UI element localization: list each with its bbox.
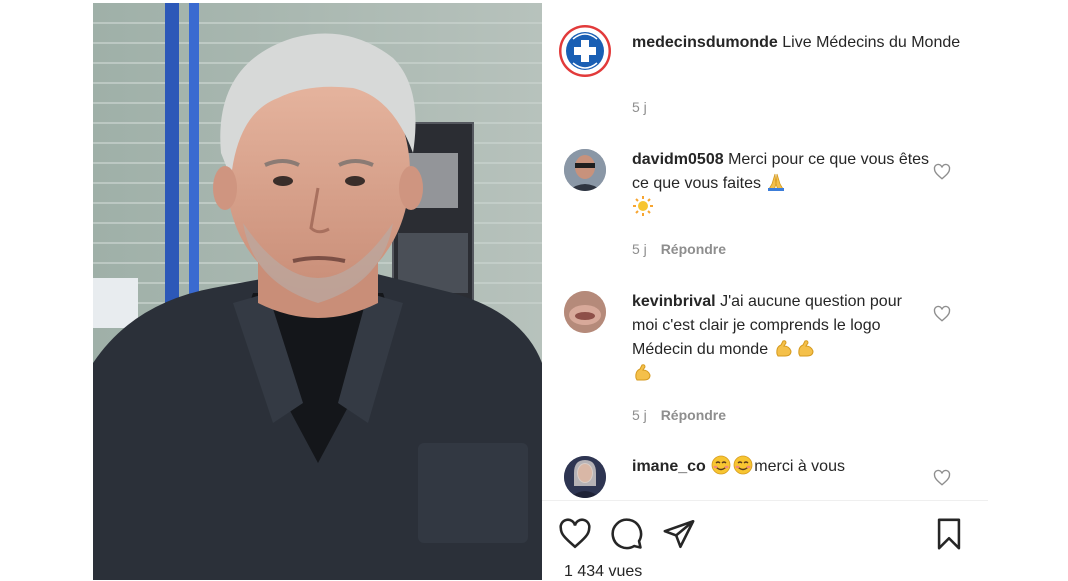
mdm-logo-icon (559, 25, 611, 77)
post-video[interactable] (93, 3, 542, 580)
post-caption: medecinsdumonde Live Médecins du Monde (632, 31, 962, 55)
flexed-biceps-emoji-icon (635, 364, 651, 381)
like-comment-heart-icon[interactable] (933, 305, 951, 323)
post-actions-bar: 1 434 vues (542, 501, 988, 580)
commenter-avatar[interactable] (564, 291, 606, 333)
post-side-panel: medecinsdumonde Live Médecins du Monde 5… (542, 3, 988, 580)
comment-meta: 5 j Répondre (632, 407, 726, 423)
like-heart-icon[interactable] (558, 517, 592, 551)
post-caption-block: medecinsdumonde Live Médecins du Monde 5… (542, 3, 988, 123)
imane-co-avatar-icon (564, 456, 606, 498)
flexed-biceps-emoji-icon (775, 340, 792, 357)
comment-username[interactable]: davidm0508 (632, 151, 724, 168)
davidm-avatar-icon (564, 149, 606, 191)
commenter-avatar[interactable] (564, 456, 606, 498)
view-count[interactable]: 1 434 vues (564, 563, 642, 581)
comment-item: kevinbrival J'ai aucune question pour mo… (542, 285, 988, 435)
like-comment-heart-icon[interactable] (933, 163, 951, 181)
comment-username[interactable]: kevinbrival (632, 293, 716, 310)
comment-username[interactable]: imane_co (632, 458, 706, 475)
smiling-face-emoji-icon (711, 455, 731, 475)
post-timestamp[interactable]: 5 j (632, 99, 647, 115)
reply-button[interactable]: Répondre (661, 407, 726, 423)
comment-time[interactable]: 5 j (632, 407, 647, 423)
instagram-post-frame: medecinsdumonde Live Médecins du Monde 5… (93, 3, 988, 580)
comment-meta: 5 j Répondre (632, 241, 726, 257)
comment-item: imane_co merci à vous (542, 453, 988, 500)
post-author-username[interactable]: medecinsdumonde (632, 34, 778, 51)
post-caption-text: Live Médecins du Monde (782, 34, 961, 51)
comment-item: davidm0508 Merci pour ce que vous êtes c… (542, 143, 988, 283)
save-bookmark-icon[interactable] (932, 517, 966, 551)
comment-time[interactable]: 5 j (632, 241, 647, 257)
comment-bubble-icon[interactable] (610, 517, 644, 551)
kevinbrival-avatar-icon (564, 291, 606, 333)
video-frame-illustration (93, 3, 542, 580)
pray-emoji-icon (768, 173, 785, 191)
comment-text-block: imane_co merci à vous (632, 455, 932, 479)
commenter-avatar[interactable] (564, 149, 606, 191)
flexed-biceps-emoji-icon (797, 340, 814, 357)
like-comment-heart-icon[interactable] (933, 469, 951, 487)
comment-text: merci à vous (754, 458, 845, 475)
medecins-du-monde-logo-avatar[interactable] (559, 25, 611, 77)
share-paper-plane-icon[interactable] (662, 517, 696, 551)
comment-text-block: davidm0508 Merci pour ce que vous êtes c… (632, 148, 932, 220)
comment-text-block: kevinbrival J'ai aucune question pour mo… (632, 290, 932, 386)
reply-button[interactable]: Répondre (661, 241, 726, 257)
smiling-face-emoji-icon (733, 455, 753, 475)
post-time[interactable]: 5 j (632, 99, 647, 115)
sun-emoji-icon (633, 196, 653, 216)
comments-list[interactable]: davidm0508 Merci pour ce que vous êtes c… (542, 123, 988, 500)
